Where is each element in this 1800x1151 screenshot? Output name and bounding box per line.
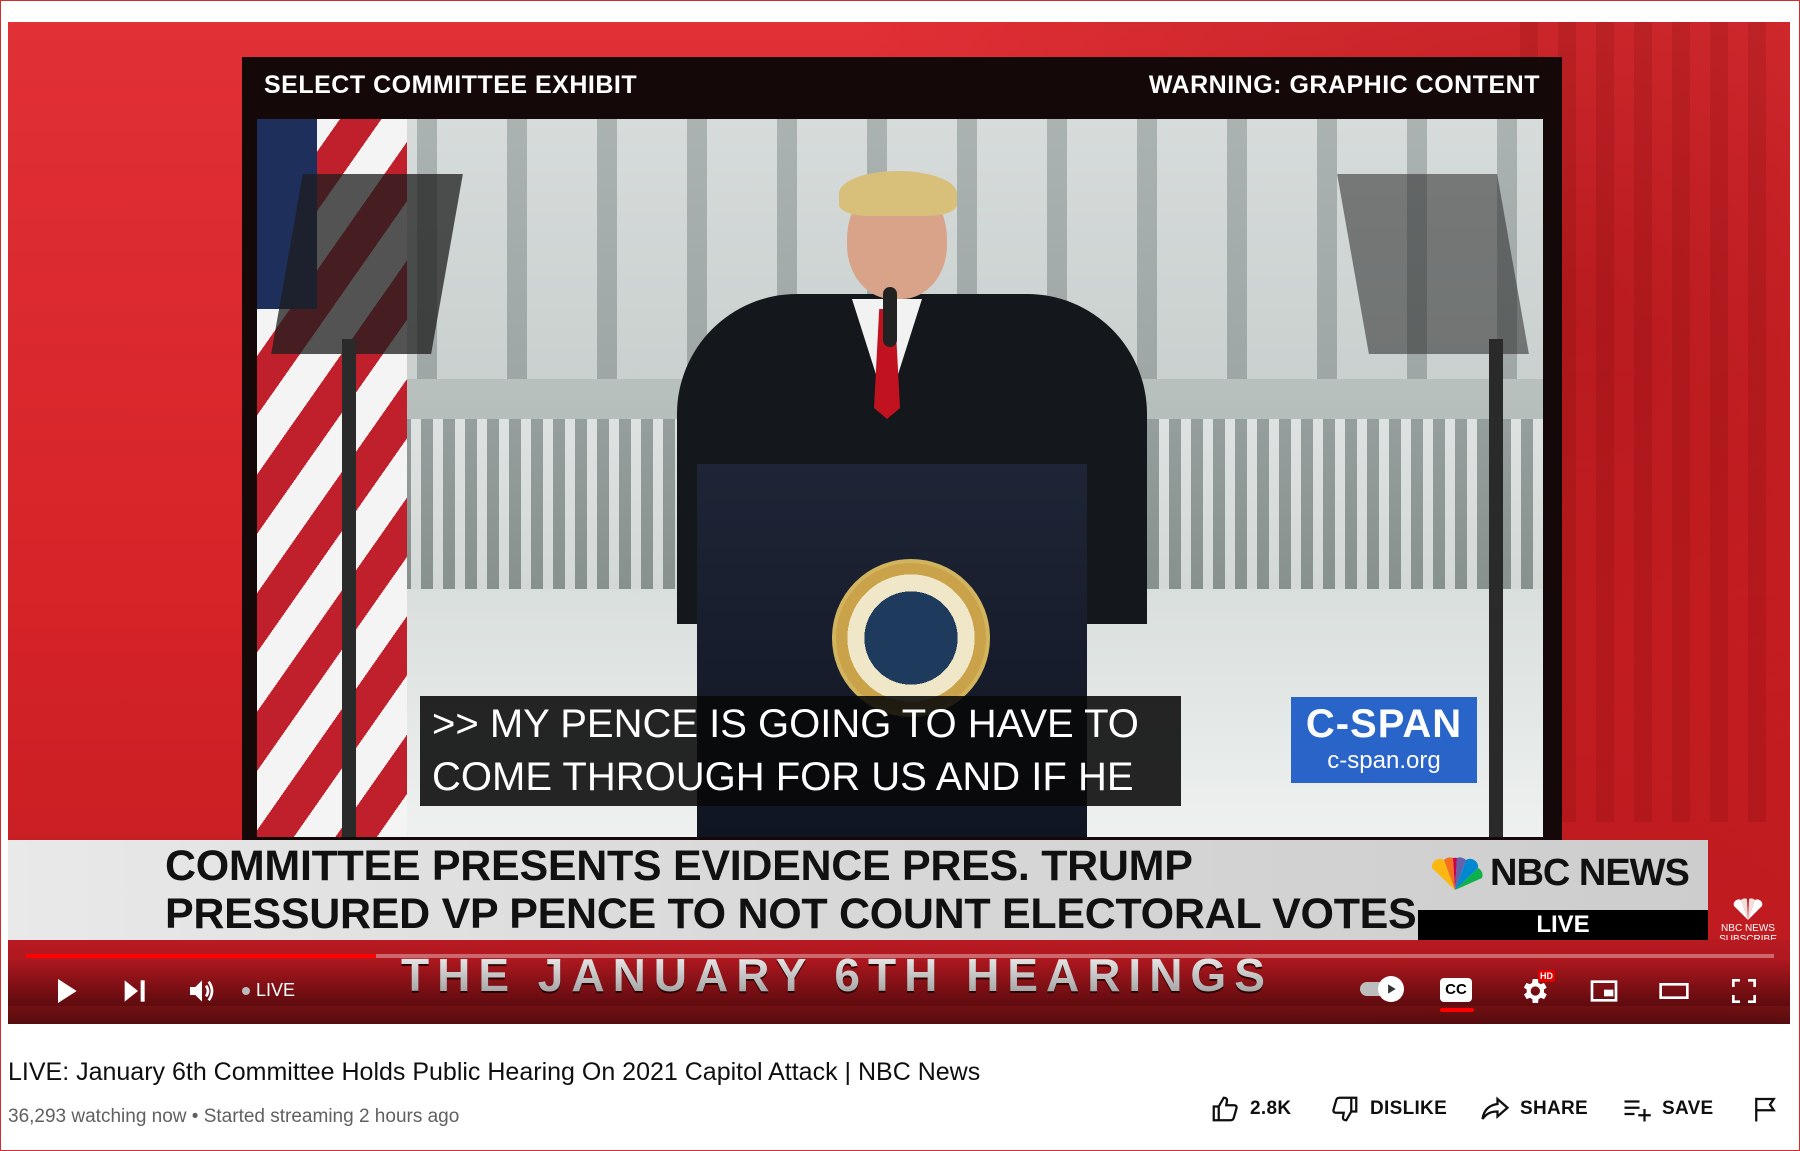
caption-line: COME THROUGH FOR US AND IF HE [432,755,1134,799]
thumbs-down-icon [1332,1096,1358,1122]
theater-mode-button[interactable] [1654,971,1694,1011]
flag-icon [1755,1097,1776,1122]
captions-button[interactable]: CC [1440,978,1472,1002]
playlist-add-icon [1624,1100,1651,1122]
player-controls: LIVE CC HD [8,958,1790,1024]
miniplayer-icon [1590,980,1618,1002]
live-label: LIVE [256,980,296,1000]
video-info: LIVE: January 6th Committee Holds Public… [0,1024,1800,1151]
theater-icon [1659,983,1689,999]
video-player[interactable]: SELECT COMMITTEE EXHIBIT WARNING: GRAPHI… [8,22,1790,1024]
share-label: SHARE [1520,1098,1589,1119]
report-button[interactable] [1750,1094,1790,1124]
live-indicator[interactable]: LIVE [242,980,295,1001]
caption-line: >> MY PENCE IS GOING TO HAVE TO [432,702,1139,746]
headline: COMMITTEE PRESENTS EVIDENCE PRES. TRUMP … [165,842,1417,938]
save-button[interactable]: SAVE [1622,1094,1714,1124]
headline-line: PRESSURED VP PENCE TO NOT COUNT ELECTORA… [165,890,1417,938]
video-scene: >> MY PENCE IS GOING TO HAVE TO COME THR… [257,119,1543,837]
volume-icon [190,980,214,1002]
like-count: 2.8K [1250,1098,1292,1119]
share-button[interactable]: SHARE [1480,1094,1588,1124]
teleprompter-pole-left [342,339,356,837]
cspan-logo-text: C-SPAN [1305,702,1463,746]
top-strip [0,0,1800,22]
microphone [883,287,897,347]
peacock-icon [1431,857,1483,890]
fullscreen-icon [1732,979,1756,1003]
miniplayer-button[interactable] [1584,971,1624,1011]
autoplay-play-icon [1388,984,1396,994]
autoplay-toggle[interactable] [1378,976,1404,1002]
video-title: LIVE: January 6th Committee Holds Public… [8,1058,981,1086]
speaker-hair [839,171,957,216]
thumbs-up-icon [1212,1096,1238,1122]
presidential-seal [832,559,990,717]
teleprompter-pole-right [1489,339,1503,837]
share-icon [1481,1096,1510,1120]
next-icon [124,980,145,1002]
play-button[interactable] [46,971,86,1011]
save-label: SAVE [1662,1098,1714,1119]
teleprompter-right [1337,174,1529,354]
live-tag: LIVE [1418,910,1708,940]
dislike-label: DISLIKE [1370,1098,1448,1119]
like-button[interactable]: 2.8K [1210,1094,1291,1124]
warning-label: WARNING: GRAPHIC CONTENT [1148,71,1540,99]
nbc-news-bug: NBC NEWS LIVE [1418,840,1708,940]
exhibit-frame: SELECT COMMITTEE EXHIBIT WARNING: GRAPHI… [242,57,1562,845]
captions-active-indicator [1440,1008,1474,1012]
headline-line: COMMITTEE PRESENTS EVIDENCE PRES. TRUMP [165,842,1193,890]
exhibit-label: SELECT COMMITTEE EXHIBIT [264,71,638,99]
volume-button[interactable] [182,971,222,1011]
cspan-url: c-span.org [1327,747,1441,774]
cspan-watermark: C-SPAN c-span.org [1291,697,1477,783]
play-icon [58,979,77,1003]
peacock-icon [1733,898,1763,920]
lower-third: COMMITTEE PRESENTS EVIDENCE PRES. TRUMP … [8,840,1708,940]
video-meta: 36,293 watching now • Started streaming … [8,1106,460,1127]
closed-captions: >> MY PENCE IS GOING TO HAVE TO COME THR… [420,696,1181,806]
fullscreen-button[interactable] [1724,971,1764,1011]
hd-badge: HD [1538,970,1555,982]
next-button[interactable] [114,971,154,1011]
dislike-button[interactable]: DISLIKE [1330,1094,1447,1124]
nbc-news-name: NBC NEWS [1490,852,1690,894]
live-dot [242,986,250,995]
teleprompter-left [271,174,463,354]
